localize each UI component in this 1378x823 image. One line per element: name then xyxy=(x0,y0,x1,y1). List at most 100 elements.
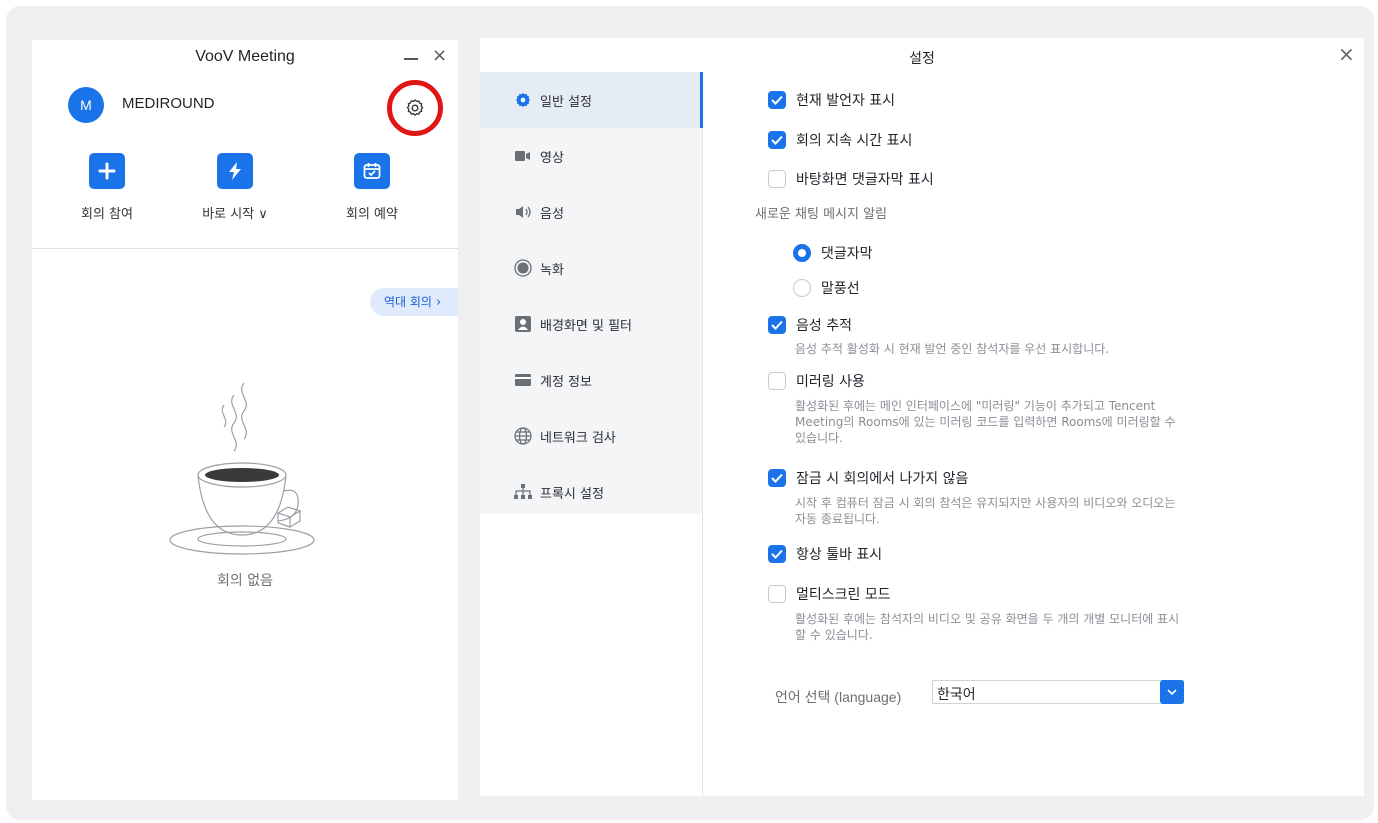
stay-on-lock-option[interactable]: 잠금 시 회의에서 나가지 않음 xyxy=(768,468,968,488)
show-speaker-checkbox[interactable] xyxy=(768,91,786,109)
gear-icon[interactable] xyxy=(405,98,425,118)
mirroring-desc-line: 있습니다. xyxy=(795,431,843,445)
nav-background[interactable]: 배경화면 및 필터 xyxy=(480,296,702,352)
settings-title: 설정 xyxy=(909,51,935,67)
minimize-button[interactable] xyxy=(403,50,419,66)
nav-recording[interactable]: 녹화 xyxy=(480,240,702,296)
settings-window: 설정 × 일반 설정 영상 음성 녹화 배경화면 및 필터 계정 정보 네트워크… xyxy=(480,38,1364,796)
voice-tracking-option[interactable]: 음성 추적 xyxy=(768,315,852,335)
language-label: 언어 선택 (language) xyxy=(775,689,902,705)
voov-main-window: VooV Meeting × M MEDIROUND 회의 참여 바로 시작 ∨… xyxy=(32,40,458,800)
nav-video[interactable]: 영상 xyxy=(480,128,702,184)
schedule-meeting-button[interactable]: 회의 예약 xyxy=(332,153,412,222)
stay-on-lock-desc-line: 시작 후 컴퓨터 잠금 시 회의 참석은 유지되지만 사용자의 비디오와 오디오… xyxy=(795,496,1176,510)
divider xyxy=(32,248,458,249)
checkmark-icon xyxy=(771,320,783,330)
checkmark-icon xyxy=(771,549,783,559)
username: MEDIROUND xyxy=(122,95,215,112)
settings-highlight-circle xyxy=(387,80,443,136)
instant-meeting-button[interactable]: 바로 시작 ∨ xyxy=(195,153,275,222)
settings-close-button[interactable]: × xyxy=(1338,42,1355,66)
gear-icon xyxy=(514,91,532,109)
notify-danmaku-radio[interactable] xyxy=(793,244,811,262)
always-toolbar-label: 항상 툴바 표시 xyxy=(796,547,883,563)
mirroring-desc: 활성화된 후에는 메인 인터페이스에 "미러링" 기능이 추가되고 Tencen… xyxy=(795,398,1176,446)
multiscreen-label: 멀티스크린 모드 xyxy=(796,587,891,603)
meeting-history-button[interactable]: 역대 회의 › xyxy=(370,288,458,316)
language-select[interactable]: 한국어 xyxy=(932,680,1184,704)
nav-account-label: 계정 정보 xyxy=(540,374,592,390)
camera-icon xyxy=(514,147,532,165)
mirroring-label: 미러링 사용 xyxy=(796,374,865,390)
settings-sidebar: 일반 설정 영상 음성 녹화 배경화면 및 필터 계정 정보 네트워크 검사 프… xyxy=(480,72,702,514)
show-duration-label: 회의 지속 시간 표시 xyxy=(796,133,913,149)
multiscreen-checkbox[interactable] xyxy=(768,585,786,603)
stay-on-lock-desc: 시작 후 컴퓨터 잠금 시 회의 참석은 유지되지만 사용자의 비디오와 오디오… xyxy=(795,495,1175,527)
active-nav-indicator xyxy=(700,72,703,128)
calendar-icon xyxy=(354,153,390,189)
window-title: VooV Meeting xyxy=(195,48,295,65)
desktop-danmaku-checkbox[interactable] xyxy=(768,170,786,188)
nav-proxy[interactable]: 프록시 설정 xyxy=(480,464,702,520)
nav-network-check-label: 네트워크 검사 xyxy=(540,430,616,446)
schedule-meeting-label: 회의 예약 xyxy=(346,207,398,222)
nav-proxy-label: 프록시 설정 xyxy=(540,486,604,502)
card-icon xyxy=(514,371,532,389)
nav-general-label: 일반 설정 xyxy=(540,94,592,110)
show-speaker-option[interactable]: 현재 발언자 표시 xyxy=(768,90,895,110)
mirroring-checkbox[interactable] xyxy=(768,372,786,390)
mirroring-desc-line: Meeting의 Rooms에 있는 미러링 코드를 입력하면 Rooms에 미… xyxy=(795,415,1176,429)
avatar[interactable]: M xyxy=(68,87,104,123)
voice-tracking-desc: 음성 추적 활성화 시 현재 발언 중인 참석자를 우선 표시합니다. xyxy=(795,342,1110,356)
record-icon xyxy=(514,259,532,277)
language-value: 한국어 xyxy=(937,687,976,703)
nav-general[interactable]: 일반 설정 xyxy=(480,72,702,128)
multiscreen-desc-line: 활성화된 후에는 참석자의 비디오 및 공유 화면을 두 개의 개별 모니터에 … xyxy=(795,612,1180,626)
coffee-cup-illustration xyxy=(162,375,322,559)
nav-account[interactable]: 계정 정보 xyxy=(480,352,702,408)
checkmark-icon xyxy=(771,95,783,105)
show-duration-option[interactable]: 회의 지속 시간 표시 xyxy=(768,130,912,150)
always-toolbar-option[interactable]: 항상 툴바 표시 xyxy=(768,544,882,564)
network-icon xyxy=(514,483,532,501)
speaker-icon xyxy=(514,203,532,221)
join-meeting-label: 회의 참여 xyxy=(81,207,133,222)
stay-on-lock-checkbox[interactable] xyxy=(768,469,786,487)
mirroring-desc-line: 활성화된 후에는 메인 인터페이스에 "미러링" 기능이 추가되고 Tencen… xyxy=(795,399,1156,413)
close-button[interactable]: × xyxy=(432,47,447,65)
join-meeting-button[interactable]: 회의 참여 xyxy=(67,153,147,222)
chevron-down-icon[interactable] xyxy=(1160,680,1184,704)
notify-bubble-option[interactable]: 말풍선 xyxy=(793,278,860,298)
instant-meeting-label: 바로 시작 ∨ xyxy=(202,207,268,222)
multiscreen-desc: 활성화된 후에는 참석자의 비디오 및 공유 화면을 두 개의 개별 모니터에 … xyxy=(795,611,1179,643)
nav-video-label: 영상 xyxy=(540,150,564,166)
nav-network-check[interactable]: 네트워크 검사 xyxy=(480,408,702,464)
chat-notify-heading: 새로운 채팅 메시지 알림 xyxy=(755,207,887,222)
stay-on-lock-label: 잠금 시 회의에서 나가지 않음 xyxy=(796,471,969,487)
lightning-icon xyxy=(217,153,253,189)
nav-audio-label: 음성 xyxy=(540,206,564,222)
voice-tracking-checkbox[interactable] xyxy=(768,316,786,334)
stay-on-lock-desc-line: 자동 종료됩니다. xyxy=(795,512,880,526)
always-toolbar-checkbox[interactable] xyxy=(768,545,786,563)
notify-bubble-radio[interactable] xyxy=(793,279,811,297)
plus-icon xyxy=(89,153,125,189)
checkmark-icon xyxy=(771,135,783,145)
meeting-history-label: 역대 회의 xyxy=(384,295,432,309)
empty-state-text: 회의 없음 xyxy=(217,573,273,589)
desktop-danmaku-label: 바탕화면 댓글자막 표시 xyxy=(796,172,934,188)
voice-tracking-label: 음성 추적 xyxy=(796,318,852,334)
globe-icon xyxy=(514,427,532,445)
nav-audio[interactable]: 음성 xyxy=(480,184,702,240)
checkmark-icon xyxy=(771,473,783,483)
show-speaker-label: 현재 발언자 표시 xyxy=(796,93,896,109)
multiscreen-option[interactable]: 멀티스크린 모드 xyxy=(768,584,891,604)
show-duration-checkbox[interactable] xyxy=(768,131,786,149)
sidebar-divider xyxy=(702,72,703,796)
mirroring-option[interactable]: 미러링 사용 xyxy=(768,371,865,391)
multiscreen-desc-line: 할 수 있습니다. xyxy=(795,628,873,642)
nav-recording-label: 녹화 xyxy=(540,262,564,278)
notify-danmaku-option[interactable]: 댓글자막 xyxy=(793,243,873,263)
portrait-icon xyxy=(514,315,532,333)
desktop-danmaku-option[interactable]: 바탕화면 댓글자막 표시 xyxy=(768,169,934,189)
